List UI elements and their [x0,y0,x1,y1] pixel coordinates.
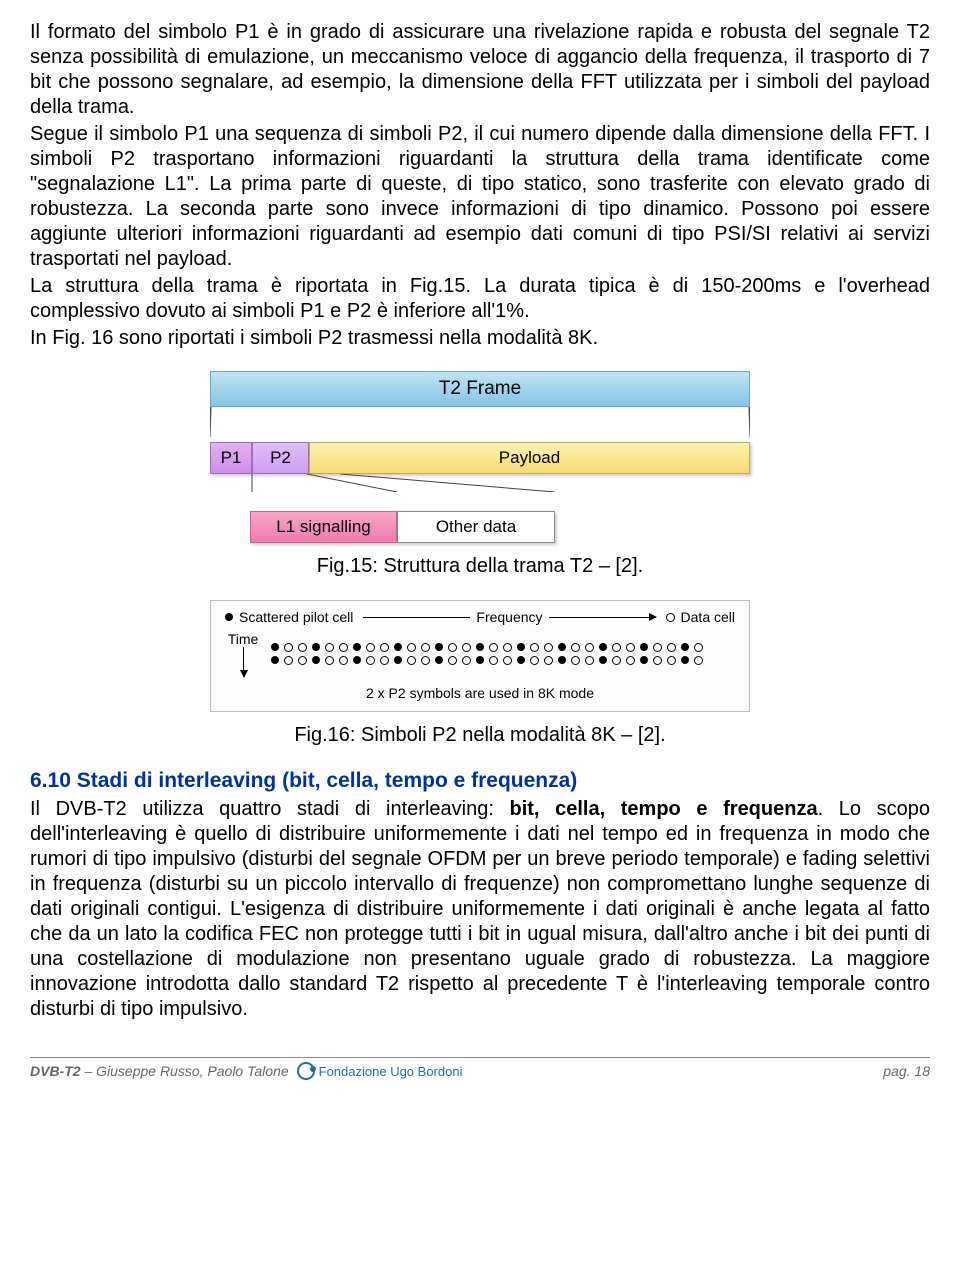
section-6-10-title: 6.10 Stadi di interleaving (bit, cella, … [30,769,930,793]
fig15-p2: P2 [252,442,309,474]
figure-16: Scattered pilot cell Frequency Data cell… [30,600,930,712]
fig16-cell-row-1 [271,643,703,652]
paragraph-1: Il formato del simbolo P1 è in grado di … [30,20,930,120]
footer-dvb: DVB-T2 – Giuseppe Russo, Paolo Talone [30,1063,289,1079]
paragraph-2: Segue il simbolo P1 una sequenza di simb… [30,122,930,272]
fig15-other: Other data [397,511,555,543]
page: Il formato del simbolo P1 è in grado di … [0,0,960,1090]
fub-logo-text: Fondazione Ugo Bordoni [319,1064,463,1079]
fig15-p1: P1 [210,442,252,474]
fig16-legend-scattered: Scattered pilot cell [225,609,353,625]
fig16-time-label: Time [228,631,259,647]
section-body-pre: Il DVB-T2 utilizza quattro stadi di inte… [30,798,510,820]
paragraph-4: In Fig. 16 sono riportati i simboli P2 t… [30,326,930,351]
fig16-cell-grid [271,643,703,665]
data-cell-icon [666,613,675,622]
fig15-t2frame: T2 Frame [210,371,750,407]
fig16-cell-row-2 [271,656,703,665]
section-body-bold: bit, cella, tempo e frequenza [510,798,818,820]
fig16-datacell-label: Data cell [681,609,735,625]
fig16-scattered-label: Scattered pilot cell [239,609,353,625]
fig16-time-axis: Time [225,631,261,677]
page-footer: DVB-T2 – Giuseppe Russo, Paolo Talone Fo… [30,1057,930,1080]
fig16-note: 2 x P2 symbols are used in 8K mode [225,685,735,701]
footer-page-number: pag. 18 [883,1063,930,1079]
fig15-row-main: P1 P2 Payload [210,442,750,474]
fig15-connector-top [210,407,750,437]
fig16-legend-data: Data cell [666,609,735,625]
section-6-10-body: Il DVB-T2 utilizza quattro stadi di inte… [30,797,930,1022]
fig16-frequency-arrow: Frequency [363,609,655,625]
paragraph-3: La struttura della trama è riportata in … [30,274,930,324]
fig15-caption: Fig.15: Struttura della trama T2 – [2]. [30,555,930,578]
fub-logo-icon [297,1062,315,1080]
fig15-l1sig: L1 signalling [250,511,397,543]
fig16-caption: Fig.16: Simboli P2 nella modalità 8K – [… [30,724,930,747]
fub-logo: Fondazione Ugo Bordoni [297,1062,463,1080]
fig16-frequency-label: Frequency [470,609,548,625]
section-body-post: . Lo scopo dell'interleaving è quello di… [30,798,930,1020]
scattered-pilot-icon [225,613,233,621]
fig15-connector-bottom [210,474,750,492]
fig15-row-lower: L1 signalling Other data [250,511,555,543]
figure-15: T2 Frame P1 P2 Payload L1 signalling Oth… [30,371,930,543]
time-arrow-icon [243,647,244,677]
fig15-payload: Payload [309,442,750,474]
